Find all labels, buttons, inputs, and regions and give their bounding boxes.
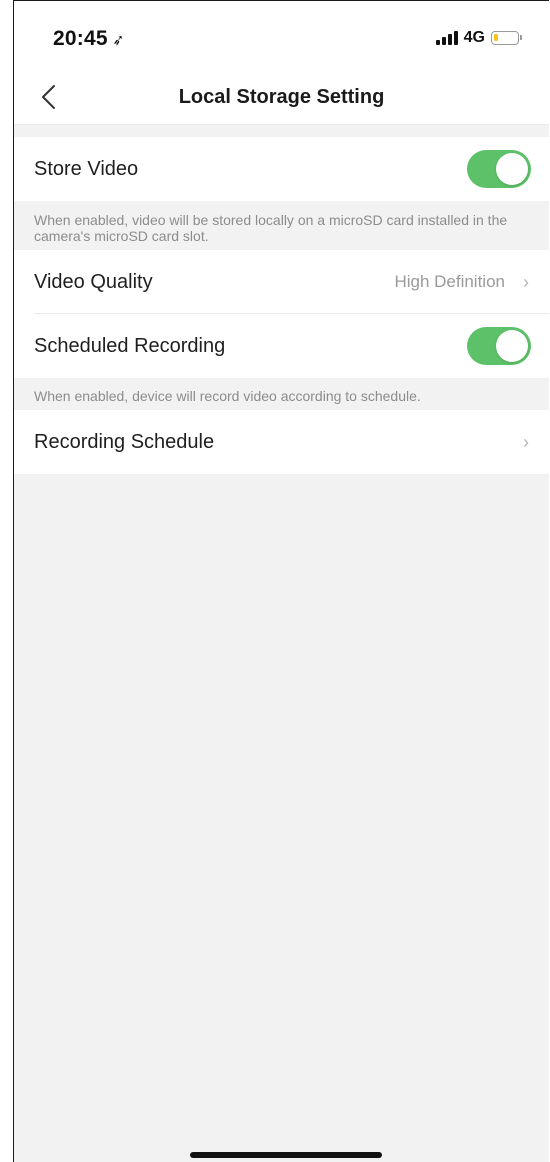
scheduled-recording-note: When enabled, device will record video a… <box>14 378 549 410</box>
chevron-right-icon: › <box>523 431 529 452</box>
store-video-row: Store Video <box>14 137 549 201</box>
phone-screen: 20:45 ➶ 4G Local Storage Setting Store V… <box>13 0 549 1162</box>
signal-strength-icon <box>435 31 458 45</box>
store-video-toggle[interactable] <box>467 150 531 188</box>
clock-time: 20:45 <box>53 27 108 50</box>
toggle-knob <box>496 153 528 185</box>
store-video-label: Store Video <box>34 157 139 180</box>
scheduled-recording-row: Scheduled Recording <box>14 314 549 378</box>
store-video-note: When enabled, video will be stored local… <box>14 201 549 250</box>
recording-schedule-label: Recording Schedule <box>34 430 215 453</box>
section-spacer <box>14 125 549 137</box>
toggle-knob <box>496 330 528 362</box>
video-quality-value: High Definition <box>394 272 505 291</box>
page-title: Local Storage Setting <box>178 86 385 108</box>
status-indicators: 4G <box>435 29 522 47</box>
video-quality-label: Video Quality <box>34 270 153 293</box>
status-time: 20:45 ➶ <box>53 27 126 51</box>
scheduled-recording-label: Scheduled Recording <box>34 334 226 357</box>
chevron-right-icon: › <box>523 271 529 292</box>
battery-cap <box>520 35 522 40</box>
battery-level <box>494 34 498 41</box>
navigation-bar: Local Storage Setting <box>14 67 549 125</box>
recording-schedule-row[interactable]: Recording Schedule › <box>14 410 549 474</box>
battery-icon <box>491 31 522 45</box>
home-indicator[interactable] <box>189 1152 382 1158</box>
status-bar: 20:45 ➶ 4G <box>14 1 549 67</box>
scheduled-recording-toggle[interactable] <box>467 327 531 365</box>
settings-list: Store Video When enabled, video will be … <box>14 125 549 474</box>
video-quality-row[interactable]: Video Quality High Definition › <box>14 250 549 314</box>
location-arrow-icon: ➶ <box>110 31 126 50</box>
network-type: 4G <box>463 29 485 46</box>
